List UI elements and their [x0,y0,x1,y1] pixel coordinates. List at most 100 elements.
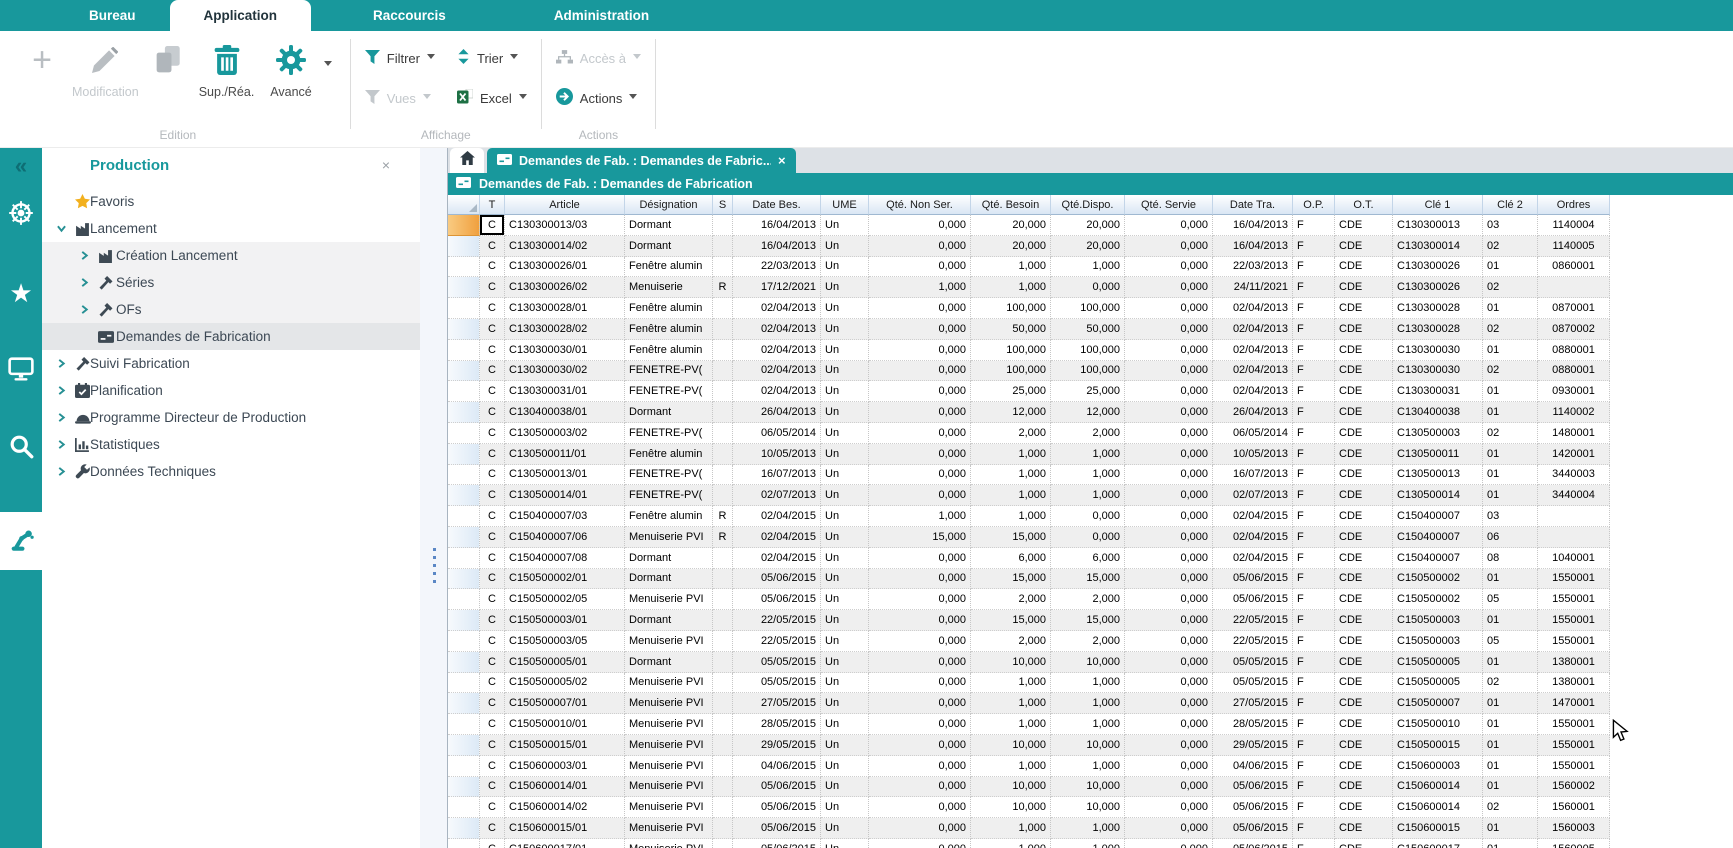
cell-op[interactable]: F [1293,236,1335,257]
cell-date-tra[interactable]: 05/06/2015 [1213,839,1293,848]
cell-date-bes[interactable]: 22/05/2015 [733,610,821,631]
cell-date-bes[interactable]: 05/05/2015 [733,673,821,694]
cell-ot[interactable]: CDE [1335,423,1393,444]
avance-dropdown[interactable] [320,53,336,79]
cell-cle2[interactable]: 01 [1483,257,1538,278]
cell-qte-non-ser[interactable]: 0,000 [869,444,971,465]
cell-date-bes[interactable]: 29/05/2015 [733,735,821,756]
cell-designation[interactable]: Dormant [625,610,713,631]
row-selector[interactable] [448,444,480,465]
sidebar-item-demandes-de-fabrication[interactable]: Demandes de Fabrication [42,323,420,350]
cell-qte-besoin[interactable]: 100,000 [971,340,1051,361]
cell-qte-besoin[interactable]: 1,000 [971,277,1051,298]
cell-cle1[interactable]: C130500014 [1393,485,1483,506]
cell-ordres[interactable]: 1550001 [1538,735,1610,756]
column-header-ot[interactable]: O.T. [1335,195,1393,215]
cell-date-tra[interactable]: 02/04/2015 [1213,548,1293,569]
cell-t[interactable]: C [480,610,505,631]
cell-ot[interactable]: CDE [1335,361,1393,382]
cell-cle1[interactable]: C130300026 [1393,277,1483,298]
cell-cle1[interactable]: C130300013 [1393,215,1483,236]
column-header-article[interactable]: Article [505,195,625,215]
cell-date-bes[interactable]: 16/07/2013 [733,465,821,486]
cell-qte-servie[interactable]: 0,000 [1125,527,1213,548]
cell-article[interactable]: C150500010/01 [505,714,625,735]
cell-article[interactable]: C130300013/03 [505,215,625,236]
cell-ume[interactable]: Un [821,485,869,506]
cell-qte-non-ser[interactable]: 15,000 [869,527,971,548]
row-selector[interactable] [448,797,480,818]
cell-qte-non-ser[interactable]: 0,000 [869,257,971,278]
cell-ordres[interactable]: 1550001 [1538,589,1610,610]
cell-ot[interactable]: CDE [1335,756,1393,777]
cell-ordres[interactable] [1538,506,1610,527]
cell-qte-servie[interactable]: 0,000 [1125,610,1213,631]
cell-qte-dispo[interactable]: 50,000 [1051,319,1125,340]
cell-qte-dispo[interactable]: 0,000 [1051,506,1125,527]
row-selector[interactable] [448,277,480,298]
cell-cle1[interactable]: C150400007 [1393,527,1483,548]
cell-ot[interactable]: CDE [1335,257,1393,278]
cell-qte-besoin[interactable]: 1,000 [971,714,1051,735]
cell-s[interactable] [713,818,733,839]
menu-tab-raccourcis[interactable]: Raccourcis [339,0,480,31]
cell-ume[interactable]: Un [821,714,869,735]
cell-ot[interactable]: CDE [1335,527,1393,548]
cell-ot[interactable]: CDE [1335,652,1393,673]
rail-item-production[interactable] [0,512,42,570]
cell-date-bes[interactable]: 17/12/2021 [733,277,821,298]
cell-designation[interactable]: Fenêtre alumin [625,257,713,278]
cell-ordres[interactable]: 1560005 [1538,839,1610,848]
cell-ume[interactable]: Un [821,423,869,444]
cell-t[interactable]: C [480,277,505,298]
panel-splitter[interactable] [420,148,448,848]
cell-op[interactable]: F [1293,465,1335,486]
rail-item-search[interactable] [0,421,42,477]
cell-op[interactable]: F [1293,756,1335,777]
cell-ordres[interactable] [1538,277,1610,298]
cell-ume[interactable]: Un [821,777,869,798]
cell-op[interactable]: F [1293,257,1335,278]
cell-ume[interactable]: Un [821,319,869,340]
cell-article[interactable]: C150500005/01 [505,652,625,673]
cell-date-tra[interactable]: 22/03/2013 [1213,257,1293,278]
cell-op[interactable]: F [1293,527,1335,548]
cell-qte-non-ser[interactable]: 0,000 [869,589,971,610]
cell-date-tra[interactable]: 27/05/2015 [1213,693,1293,714]
cell-article[interactable]: C150500002/01 [505,569,625,590]
cell-cle2[interactable]: 01 [1483,402,1538,423]
cell-cle1[interactable]: C150400007 [1393,506,1483,527]
cell-ot[interactable]: CDE [1335,589,1393,610]
column-header-op[interactable]: O.P. [1293,195,1335,215]
cell-qte-servie[interactable]: 0,000 [1125,693,1213,714]
cell-t[interactable]: C [480,631,505,652]
cell-designation[interactable]: Fenêtre alumin [625,298,713,319]
cell-qte-besoin[interactable]: 1,000 [971,693,1051,714]
cell-t[interactable]: C [480,548,505,569]
cell-qte-dispo[interactable]: 15,000 [1051,610,1125,631]
cell-cle1[interactable]: C150600003 [1393,756,1483,777]
cell-ume[interactable]: Un [821,797,869,818]
cell-op[interactable]: F [1293,298,1335,319]
cell-ordres[interactable]: 0880001 [1538,361,1610,382]
cell-t[interactable]: C [480,839,505,848]
cell-ordres[interactable]: 1420001 [1538,444,1610,465]
cell-t[interactable]: C [480,485,505,506]
cell-qte-servie[interactable]: 0,000 [1125,652,1213,673]
cell-qte-non-ser[interactable]: 0,000 [869,652,971,673]
chevron-right-icon[interactable] [57,386,67,396]
cell-ot[interactable]: CDE [1335,673,1393,694]
cell-date-tra[interactable]: 04/06/2015 [1213,756,1293,777]
cell-date-bes[interactable]: 22/05/2015 [733,631,821,652]
cell-qte-dispo[interactable]: 1,000 [1051,673,1125,694]
cell-op[interactable]: F [1293,506,1335,527]
cell-qte-dispo[interactable]: 6,000 [1051,548,1125,569]
cell-qte-besoin[interactable]: 25,000 [971,381,1051,402]
cell-qte-dispo[interactable]: 1,000 [1051,257,1125,278]
sidebar-item-donnees-techniques[interactable]: Données Techniques [42,458,420,485]
cell-op[interactable]: F [1293,652,1335,673]
cell-qte-besoin[interactable]: 1,000 [971,506,1051,527]
cell-ordres[interactable]: 1140004 [1538,215,1610,236]
cell-date-tra[interactable]: 05/06/2015 [1213,589,1293,610]
cell-ot[interactable]: CDE [1335,569,1393,590]
